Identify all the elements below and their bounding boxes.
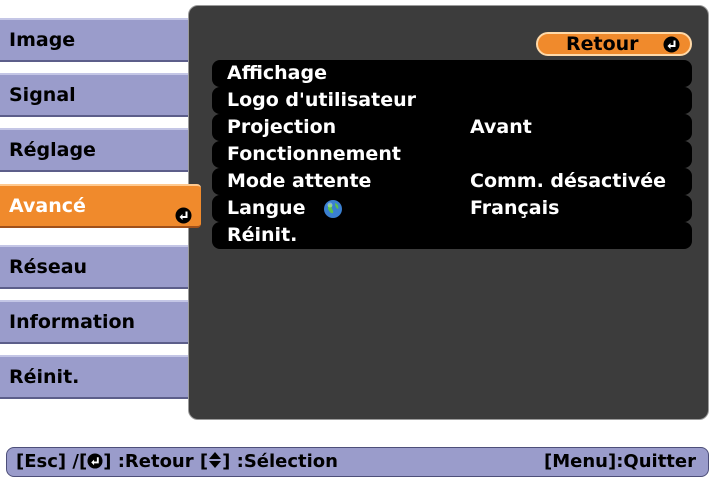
- up-down-arrow-icon: [208, 450, 222, 478]
- menu-item-information[interactable]: Information: [0, 300, 190, 344]
- help-select-text: ] :Sélection: [222, 451, 338, 472]
- option-label: Affichage: [227, 62, 327, 84]
- option-label: Fonctionnement: [227, 143, 401, 165]
- option-label: Projection: [227, 116, 337, 138]
- option-label: Mode attente: [227, 170, 372, 192]
- menu-item-reseau[interactable]: Réseau: [0, 245, 190, 289]
- option-value: Comm. désactivée: [470, 170, 667, 192]
- menu-item-image[interactable]: Image: [0, 18, 190, 62]
- option-list: Affichage Logo d'utilisateur Projection …: [212, 60, 692, 249]
- help-esc-text: [Esc] /[: [16, 451, 88, 472]
- help-back-text: ] :Retour [: [103, 451, 209, 472]
- option-projection[interactable]: Projection Avant: [212, 114, 692, 141]
- option-logo-utilisateur[interactable]: Logo d'utilisateur: [212, 87, 692, 114]
- option-label: Logo d'utilisateur: [227, 89, 416, 111]
- option-affichage[interactable]: Affichage: [212, 60, 692, 87]
- option-value: Français: [470, 197, 560, 219]
- menu-item-avance[interactable]: Avancé: [0, 184, 201, 228]
- menu-item-label: Réseau: [9, 256, 88, 278]
- enter-icon: [175, 198, 192, 238]
- option-label: Réinit.: [227, 224, 298, 246]
- menu-item-signal[interactable]: Signal: [0, 73, 190, 117]
- return-button-label: Retour: [566, 33, 639, 55]
- menu-item-label: Avancé: [9, 195, 86, 217]
- menu-item-reglage[interactable]: Réglage: [0, 128, 190, 172]
- option-fonctionnement[interactable]: Fonctionnement: [212, 141, 692, 168]
- option-value: Avant: [470, 116, 532, 138]
- enter-icon: [663, 36, 680, 57]
- menu-item-label: Réglage: [9, 139, 96, 161]
- option-label: Langue: [227, 197, 306, 219]
- menu-item-label: Image: [9, 29, 76, 51]
- return-button[interactable]: Retour: [536, 32, 692, 56]
- help-navigation: [Esc] /[ ] :Retour [ ] :Sélection: [16, 448, 338, 478]
- menu-item-reinit[interactable]: Réinit.: [0, 355, 190, 399]
- enter-icon: [87, 450, 103, 478]
- help-menu-text: [Menu]:Quitter: [544, 451, 696, 472]
- menu-item-label: Information: [9, 311, 136, 333]
- option-mode-attente[interactable]: Mode attente Comm. désactivée: [212, 168, 692, 195]
- menu-item-label: Réinit.: [9, 366, 80, 388]
- menu-item-label: Signal: [9, 84, 76, 106]
- help-bar: [Esc] /[ ] :Retour [ ] :Sélection [Menu]:Q…: [6, 447, 709, 477]
- option-langue[interactable]: Langue Français: [212, 195, 692, 222]
- side-menu: Image Signal Réglage Avancé Réseau Infor…: [0, 18, 201, 415]
- option-reinit[interactable]: Réinit.: [212, 222, 692, 249]
